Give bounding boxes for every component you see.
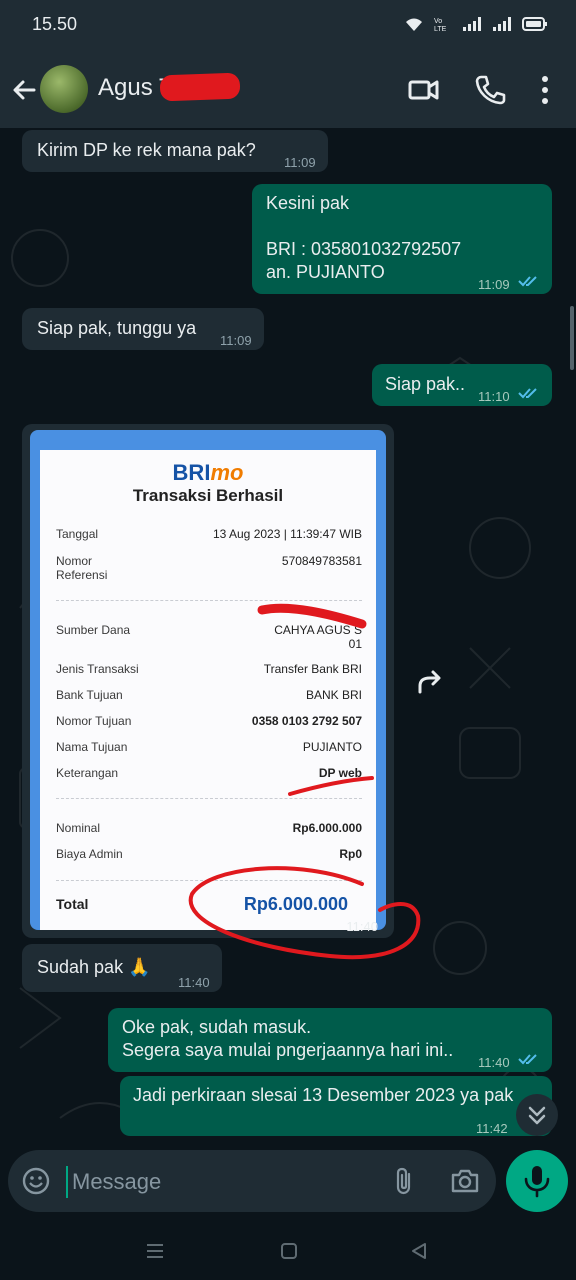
row-label: Jenis Transaksi <box>56 662 139 676</box>
receipt-paper: BRImo Transaksi Berhasil Tanggal 13 Aug … <box>40 450 376 930</box>
row-label: Bank Tujuan <box>56 688 123 702</box>
row-label: Biaya Admin <box>56 847 123 861</box>
signal-icon <box>492 16 512 37</box>
message-time: 11:42 <box>476 1121 508 1136</box>
row-value: Transfer Bank BRI <box>263 662 362 676</box>
camera-icon[interactable] <box>450 1168 480 1194</box>
read-ticks-icon <box>518 276 537 287</box>
chevron-down-icon <box>528 1106 546 1125</box>
message-bubble-outgoing[interactable]: Kesini pak BRI : 035801032792507 an. PUJ… <box>252 184 552 294</box>
message-bubble-incoming[interactable]: Sudah pak 🙏 11:40 <box>22 944 222 992</box>
row-value: BANK BRI <box>305 688 362 702</box>
phone-icon[interactable] <box>474 74 506 106</box>
row-value: 570849783581 <box>281 554 362 568</box>
message-text: Siap pak, tunggu ya <box>37 318 197 338</box>
message-input[interactable] <box>66 1166 366 1198</box>
total-label: Total <box>56 896 89 912</box>
row-value: DP web <box>318 766 362 780</box>
message-time: 11:09 <box>478 277 510 292</box>
message-text: Oke pak, sudah masuk. Segera saya mulai … <box>122 1017 454 1060</box>
image-message[interactable]: BRImo Transaksi Berhasil Tanggal 13 Aug … <box>22 424 394 938</box>
row-label: Nominal <box>56 821 101 835</box>
message-time: 11:40 <box>346 919 378 934</box>
mic-button[interactable] <box>506 1150 568 1212</box>
row-value: Rp6.000.000 <box>292 821 362 835</box>
row-value: 13 Aug 2023 | 11:39:47 WIB <box>212 527 362 541</box>
back-arrow-icon[interactable] <box>10 76 38 104</box>
message-bubble-incoming[interactable]: Kirim DP ke rek mana pak? 11:09 <box>22 130 328 172</box>
forward-icon[interactable] <box>406 660 452 706</box>
receipt-divider <box>56 600 362 601</box>
row-value: 0358 0103 2792 507 <box>251 714 362 728</box>
chat-header: Agus T <box>0 50 576 128</box>
message-time: 11:40 <box>178 975 210 990</box>
receipt-divider <box>56 880 362 881</box>
message-time: 11:40 <box>478 1055 510 1070</box>
message-time: 11:10 <box>478 389 510 404</box>
status-bar: 15.50 Vo LTE <box>0 0 576 50</box>
redaction-mark <box>159 72 241 102</box>
status-icons: Vo LTE <box>404 16 548 37</box>
scroll-to-bottom-button[interactable] <box>516 1094 558 1136</box>
message-text: Siap pak.. <box>385 374 466 394</box>
receipt-divider <box>56 798 362 799</box>
row-value: Rp0 <box>339 847 362 861</box>
row-label: Sumber Dana <box>56 623 131 637</box>
message-time: 11:09 <box>220 333 252 348</box>
svg-text:Vo: Vo <box>434 18 442 25</box>
attach-icon[interactable] <box>390 1166 418 1196</box>
mic-icon <box>524 1166 550 1198</box>
receipt-row: Sumber Dana CAHYA AGUS S 01 <box>56 623 362 653</box>
system-nav-bar <box>0 1222 576 1280</box>
recents-nav-icon[interactable] <box>144 1240 166 1262</box>
row-label: Tanggal <box>56 527 99 541</box>
signal-icon <box>462 16 482 37</box>
message-text: Jadi perkiraan slesai 13 Desember 2023 y… <box>133 1085 514 1105</box>
receipt-row: Nomor Referensi 570849783581 <box>56 554 362 584</box>
transfer-receipt-image[interactable]: BRImo Transaksi Berhasil Tanggal 13 Aug … <box>30 430 386 930</box>
receipt-title: Transaksi Berhasil <box>132 486 284 505</box>
battery-icon <box>522 16 548 37</box>
message-bubble-incoming[interactable]: Siap pak, tunggu ya 11:09 <box>22 308 264 350</box>
back-nav-icon[interactable] <box>408 1240 430 1262</box>
status-time: 15.50 <box>32 14 78 34</box>
message-text: Kirim DP ke rek mana pak? <box>37 140 256 160</box>
message-bubble-outgoing[interactable]: Siap pak.. 11:10 <box>372 364 552 406</box>
message-bubble-outgoing[interactable]: Oke pak, sudah masuk. Segera saya mulai … <box>108 1008 552 1072</box>
message-bubble-outgoing[interactable]: Jadi perkiraan slesai 13 Desember 2023 y… <box>120 1076 552 1136</box>
read-ticks-icon <box>518 1054 537 1065</box>
brimo-logo: BRImo <box>172 460 244 485</box>
row-value: PUJIANTO <box>302 740 362 754</box>
row-label: Keterangan <box>56 766 119 780</box>
avatar[interactable] <box>40 65 88 113</box>
row-label: Nama Tujuan <box>56 740 128 754</box>
row-value: CAHYA AGUS S 01 <box>274 623 362 651</box>
message-text: Sudah pak 🙏 <box>37 957 151 977</box>
chat-area[interactable]: Kirim DP ke rek mana pak? 11:09 Kesini p… <box>0 128 576 1150</box>
row-label: Nomor Tujuan <box>56 714 132 728</box>
read-ticks-icon <box>518 388 537 399</box>
message-time: 11:09 <box>284 155 316 170</box>
wifi-icon <box>404 16 424 37</box>
total-value: Rp6.000.000 <box>243 894 348 914</box>
volte-icon: Vo LTE <box>434 16 452 37</box>
svg-text:LTE: LTE <box>434 26 447 32</box>
message-text: Kesini pak BRI : 035801032792507 an. PUJ… <box>266 193 462 282</box>
more-vert-icon[interactable] <box>530 74 560 106</box>
message-composer <box>8 1150 496 1212</box>
emoji-icon[interactable] <box>22 1167 50 1195</box>
row-label: Nomor Referensi <box>56 554 108 582</box>
home-nav-icon[interactable] <box>278 1240 300 1262</box>
video-call-icon[interactable] <box>408 74 440 106</box>
chat-scrollbar[interactable] <box>570 306 574 370</box>
